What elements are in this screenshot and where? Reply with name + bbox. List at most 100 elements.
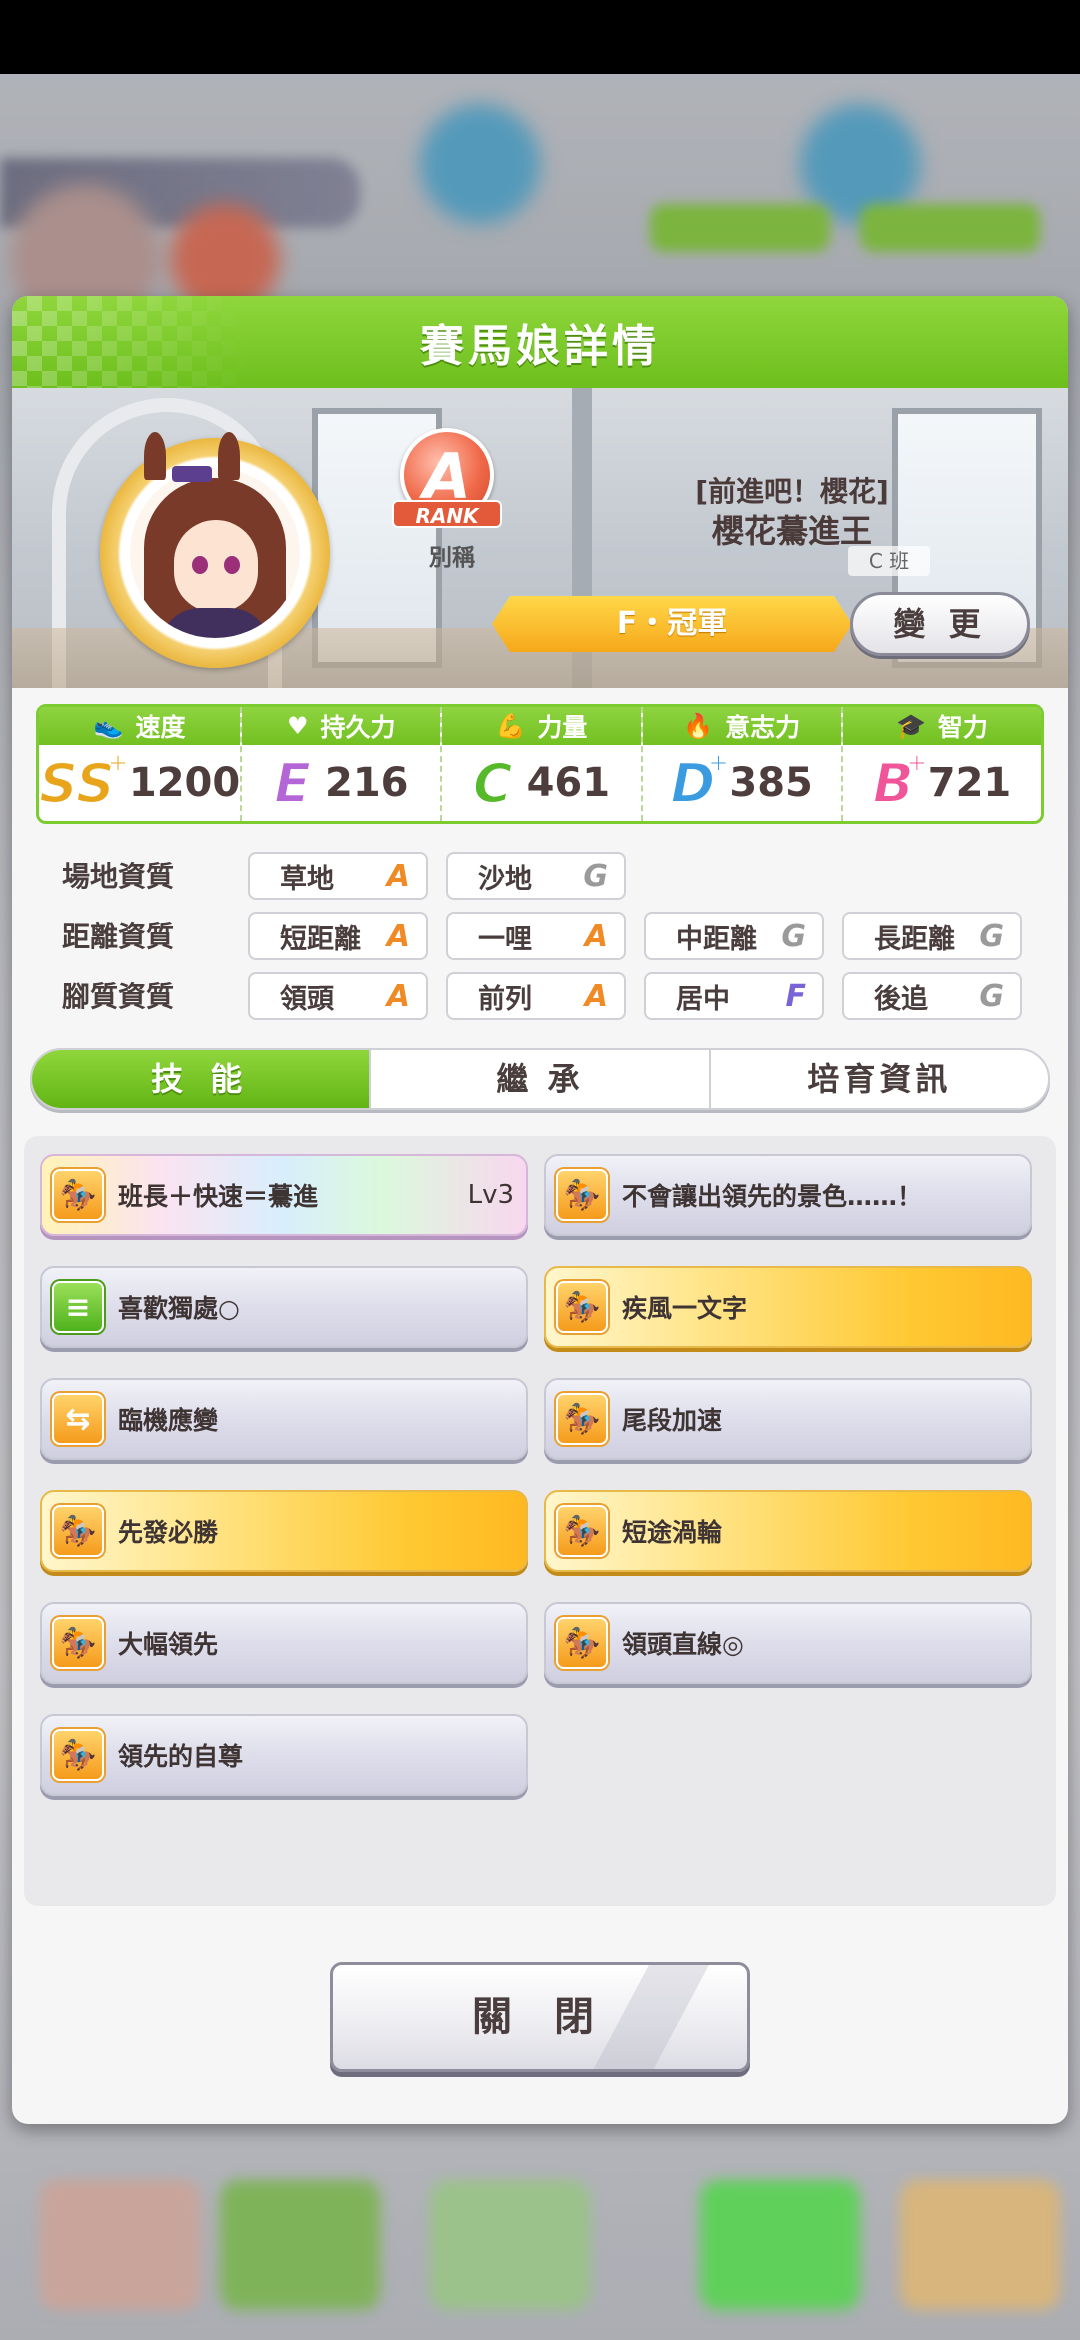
skill-name: 不會讓出領先的景色……！ (622, 1182, 923, 1211)
horse-ear-icon (218, 432, 240, 480)
skill-item[interactable]: 🏇 尾段加速 (544, 1378, 1032, 1460)
skill-name: 臨機應變 (118, 1406, 219, 1435)
stat-label: 速度 (135, 713, 186, 742)
arrows-icon: ⇆ (52, 1393, 104, 1445)
aptitude-grade: A (584, 918, 608, 954)
runner-icon: 🏇 (556, 1505, 608, 1557)
aptitude-grade: G (583, 858, 608, 894)
stat-body: D +385 (643, 745, 841, 821)
aptitude-name: 居中 (676, 983, 730, 1015)
aptitude-name: 短距離 (280, 923, 361, 955)
stat-value: 721 (927, 760, 1012, 806)
stat-column: ♥ 持久力 E 216 (242, 707, 443, 821)
skill-name: 班長＋快速＝驀進 (118, 1182, 319, 1211)
stat-header: 💪 力量 (442, 707, 641, 745)
stats-panel: 👟 速度 SS +1200 ♥ 持久力 E 216 💪 力量 C 461 🔥 意志力 D +385 🎓 智力 B +7… (36, 704, 1044, 824)
skill-name: 尾段加速 (622, 1406, 723, 1435)
ribbon-icon (172, 466, 212, 482)
skill-level: Lv3 (467, 1180, 514, 1210)
stat-header: 🔥 意志力 (642, 707, 841, 745)
aptitude-row-track: 場地資質 草地 A 沙地 G (62, 852, 1052, 902)
skill-item[interactable]: 🏇 短途渦輪 (544, 1490, 1032, 1572)
boot-icon: 👟 (93, 712, 124, 740)
stat-grade: D + (670, 747, 731, 816)
aptitude-name: 中距離 (676, 923, 757, 955)
stat-body: B +721 (843, 745, 1041, 821)
background-nav-item (430, 2180, 590, 2310)
aptitude-cell: 一哩 A (446, 912, 626, 960)
graduation-cap-icon: 🎓 (895, 712, 926, 740)
aptitude-grade: A (386, 978, 410, 1014)
character-portrait[interactable] (100, 432, 330, 668)
stat-value: 216 (324, 760, 409, 806)
tab-inheritance[interactable]: 繼 承 (371, 1050, 711, 1108)
skill-item[interactable]: 🏇 大幅領先 (40, 1602, 528, 1684)
skill-item[interactable]: 🏇 疾風一文字 (544, 1266, 1032, 1348)
stat-label: 力量 (537, 713, 588, 742)
dialog-header: 賽馬娘詳情 (12, 296, 1068, 388)
stat-value: 1200 (128, 760, 241, 806)
stat-label: 持久力 (320, 713, 396, 742)
skill-item[interactable]: 🏇 領先的自尊 (40, 1714, 528, 1796)
aptitude-grade: G (781, 918, 806, 954)
stat-value: 385 (729, 760, 813, 806)
aptitude-name: 前列 (478, 983, 532, 1015)
skill-name: 先發必勝 (118, 1518, 219, 1547)
runner-icon: 🏇 (52, 1729, 104, 1781)
aptitude-row-style: 腳質資質 領頭 A 前列 A 居中 F 後追 G (62, 972, 1052, 1022)
stat-column: 👟 速度 SS +1200 (39, 707, 243, 821)
detail-tabs: 技 能 繼 承 培育資訊 (30, 1048, 1050, 1110)
aptitude-cell: 短距離 A (248, 912, 428, 960)
stat-label: 智力 (937, 713, 988, 742)
rank-ribbon: RANK (392, 500, 502, 528)
runner-icon: 🏇 (556, 1169, 608, 1221)
aptitude-cell: 領頭 A (248, 972, 428, 1020)
muscle-icon: 💪 (495, 712, 526, 740)
aptitude-name: 領頭 (280, 983, 334, 1015)
skill-item[interactable]: 🏇 班長＋快速＝驀進 Lv3 (40, 1154, 528, 1236)
skill-name: 疾風一文字 (622, 1294, 748, 1323)
aptitude-name: 後追 (874, 983, 928, 1015)
horse-ear-icon (144, 432, 166, 480)
stat-column: 🔥 意志力 D +385 (642, 707, 843, 821)
runner-icon: 🏇 (52, 1505, 104, 1557)
background-nav-item (220, 2180, 380, 2310)
skill-item[interactable]: ≡ 喜歡獨處○ (40, 1266, 528, 1348)
skill-item[interactable]: ⇆ 臨機應變 (40, 1378, 528, 1460)
stat-body: SS +1200 (39, 745, 240, 821)
skill-name: 短途渦輪 (622, 1518, 723, 1547)
stat-body: C 461 (442, 745, 640, 821)
close-button[interactable]: 關 閉 (330, 1962, 750, 2072)
stat-header: ♥ 持久力 (242, 707, 441, 745)
stat-header: 👟 速度 (39, 707, 241, 745)
skill-item[interactable]: 🏇 先發必勝 (40, 1490, 528, 1572)
dialog-title: 賽馬娘詳情 (420, 321, 660, 372)
stat-value: 461 (526, 760, 611, 806)
aptitude-name: 草地 (280, 863, 334, 895)
aptitude-grade: F (785, 978, 807, 1014)
aptitude-cell: 前列 A (446, 972, 626, 1020)
skill-item[interactable]: 🏇 不會讓出領先的景色……！ (544, 1154, 1032, 1236)
status-bar (0, 0, 1080, 74)
nickname-epithet: [前進吧！櫻花] (695, 475, 889, 508)
class-tag: C 班 (848, 546, 930, 576)
stat-column: 🎓 智力 B +721 (842, 707, 1041, 821)
change-title-button[interactable]: 變 更 (850, 592, 1030, 656)
aptitude-cell: 長距離 G (842, 912, 1022, 960)
aptitude-name: 一哩 (478, 923, 532, 955)
stat-column: 💪 力量 C 461 (442, 707, 643, 821)
header-pattern (12, 296, 252, 388)
aptitude-cell: 中距離 G (644, 912, 824, 960)
aptitude-grade: A (386, 858, 410, 894)
aptitude-label: 距離資質 (62, 920, 175, 953)
background-bottom-nav (0, 2150, 1080, 2340)
tab-training-info[interactable]: 培育資訊 (711, 1050, 1048, 1108)
stat-body: E 216 (242, 745, 440, 821)
rank-badge: A RANK (392, 428, 502, 538)
character-face (130, 468, 300, 638)
skill-item[interactable]: 🏇 領頭直線◎ (544, 1602, 1032, 1684)
background-nav-item (40, 2180, 200, 2310)
skill-name: 領先的自尊 (118, 1742, 244, 1771)
tab-skills[interactable]: 技 能 (32, 1050, 372, 1108)
aptitude-cell: 草地 A (248, 852, 428, 900)
